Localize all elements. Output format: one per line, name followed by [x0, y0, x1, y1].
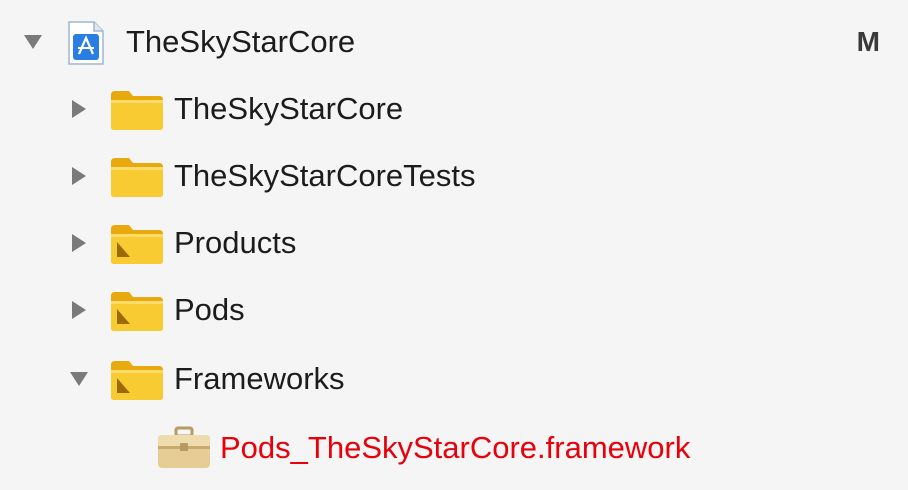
navigator-item-pods[interactable]: Pods	[0, 276, 908, 344]
disclosure-collapsed-icon[interactable]	[68, 98, 90, 120]
xcode-project-icon	[66, 20, 106, 71]
disclosure-collapsed-icon[interactable]	[68, 299, 90, 321]
navigator-item-products[interactable]: Products	[0, 209, 908, 277]
navigator-item-label: Products	[174, 225, 297, 260]
navigator-item-theskystarcore[interactable]: TheSkyStarCore	[0, 75, 908, 143]
navigator-item-label: Frameworks	[174, 361, 345, 396]
navigator-item-label: TheSkyStarCore	[174, 91, 404, 126]
group-folder-icon	[110, 290, 164, 337]
disclosure-expanded-icon[interactable]	[68, 368, 90, 390]
navigator-item-label: Pods_TheSkyStarCore.framework	[220, 430, 691, 465]
folder-icon	[110, 89, 164, 136]
navigator-item-frameworks[interactable]: Frameworks	[0, 345, 908, 413]
framework-icon	[156, 426, 212, 475]
source-control-status-badge: M	[856, 26, 880, 57]
navigator-item-label: TheSkyStarCoreTests	[174, 158, 476, 193]
group-folder-icon	[110, 359, 164, 406]
disclosure-collapsed-icon[interactable]	[68, 232, 90, 254]
project-navigator: TheSkyStarCore M TheSkyStarCore TheSkySt…	[0, 0, 908, 490]
navigator-item-label: Pods	[174, 292, 245, 327]
navigator-item-pods-framework[interactable]: Pods_TheSkyStarCore.framework	[0, 414, 908, 482]
folder-icon	[110, 156, 164, 203]
disclosure-expanded-icon[interactable]	[22, 31, 44, 53]
navigator-item-theskystarcoretests[interactable]: TheSkyStarCoreTests	[0, 142, 908, 210]
group-folder-icon	[110, 223, 164, 270]
project-root-row[interactable]: TheSkyStarCore M	[0, 8, 908, 76]
project-name-label: TheSkyStarCore	[126, 24, 356, 59]
disclosure-collapsed-icon[interactable]	[68, 165, 90, 187]
